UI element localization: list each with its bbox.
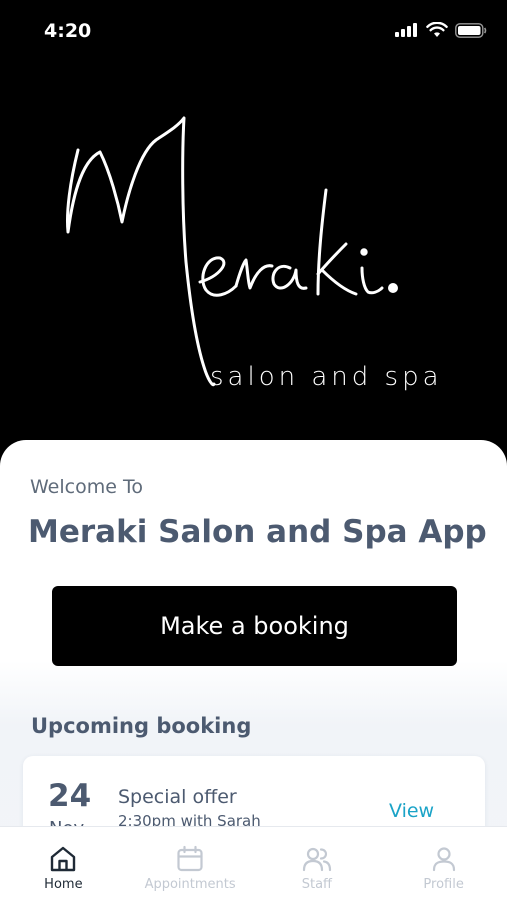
logo-hero: salon and spa bbox=[0, 62, 507, 442]
tab-profile[interactable]: Profile bbox=[380, 827, 507, 901]
battery-icon bbox=[455, 22, 487, 38]
home-icon bbox=[51, 846, 76, 872]
profile-icon bbox=[432, 847, 455, 872]
booking-day: 24 bbox=[48, 778, 92, 814]
make-booking-button[interactable]: Make a booking bbox=[52, 586, 457, 666]
staff-icon bbox=[302, 847, 331, 872]
tab-staff[interactable]: Staff bbox=[254, 827, 381, 901]
tab-appointments-label: Appointments bbox=[144, 877, 236, 892]
booking-title: Special offer bbox=[118, 786, 237, 808]
app-title: Meraki Salon and Spa App bbox=[28, 514, 487, 550]
tab-staff-label: Staff bbox=[301, 877, 333, 892]
view-booking-link[interactable]: View bbox=[389, 800, 434, 822]
cellular-signal-icon bbox=[395, 23, 417, 37]
status-bar: 4:20 bbox=[0, 0, 507, 62]
logo-subtitle: salon and spa bbox=[210, 362, 443, 392]
tab-home[interactable]: Home bbox=[0, 827, 127, 901]
upcoming-booking-heading: Upcoming booking bbox=[31, 714, 252, 738]
tab-profile-label: Profile bbox=[423, 877, 464, 892]
tab-appointments[interactable]: Appointments bbox=[127, 827, 254, 901]
wifi-icon bbox=[426, 22, 448, 37]
status-time: 4:20 bbox=[44, 20, 92, 42]
welcome-label: Welcome To bbox=[30, 476, 143, 498]
calendar-icon bbox=[177, 845, 203, 872]
tab-home-label: Home bbox=[44, 877, 83, 892]
status-icons bbox=[395, 22, 487, 38]
tab-bar: Home Appointments Staff Profile bbox=[0, 826, 507, 901]
